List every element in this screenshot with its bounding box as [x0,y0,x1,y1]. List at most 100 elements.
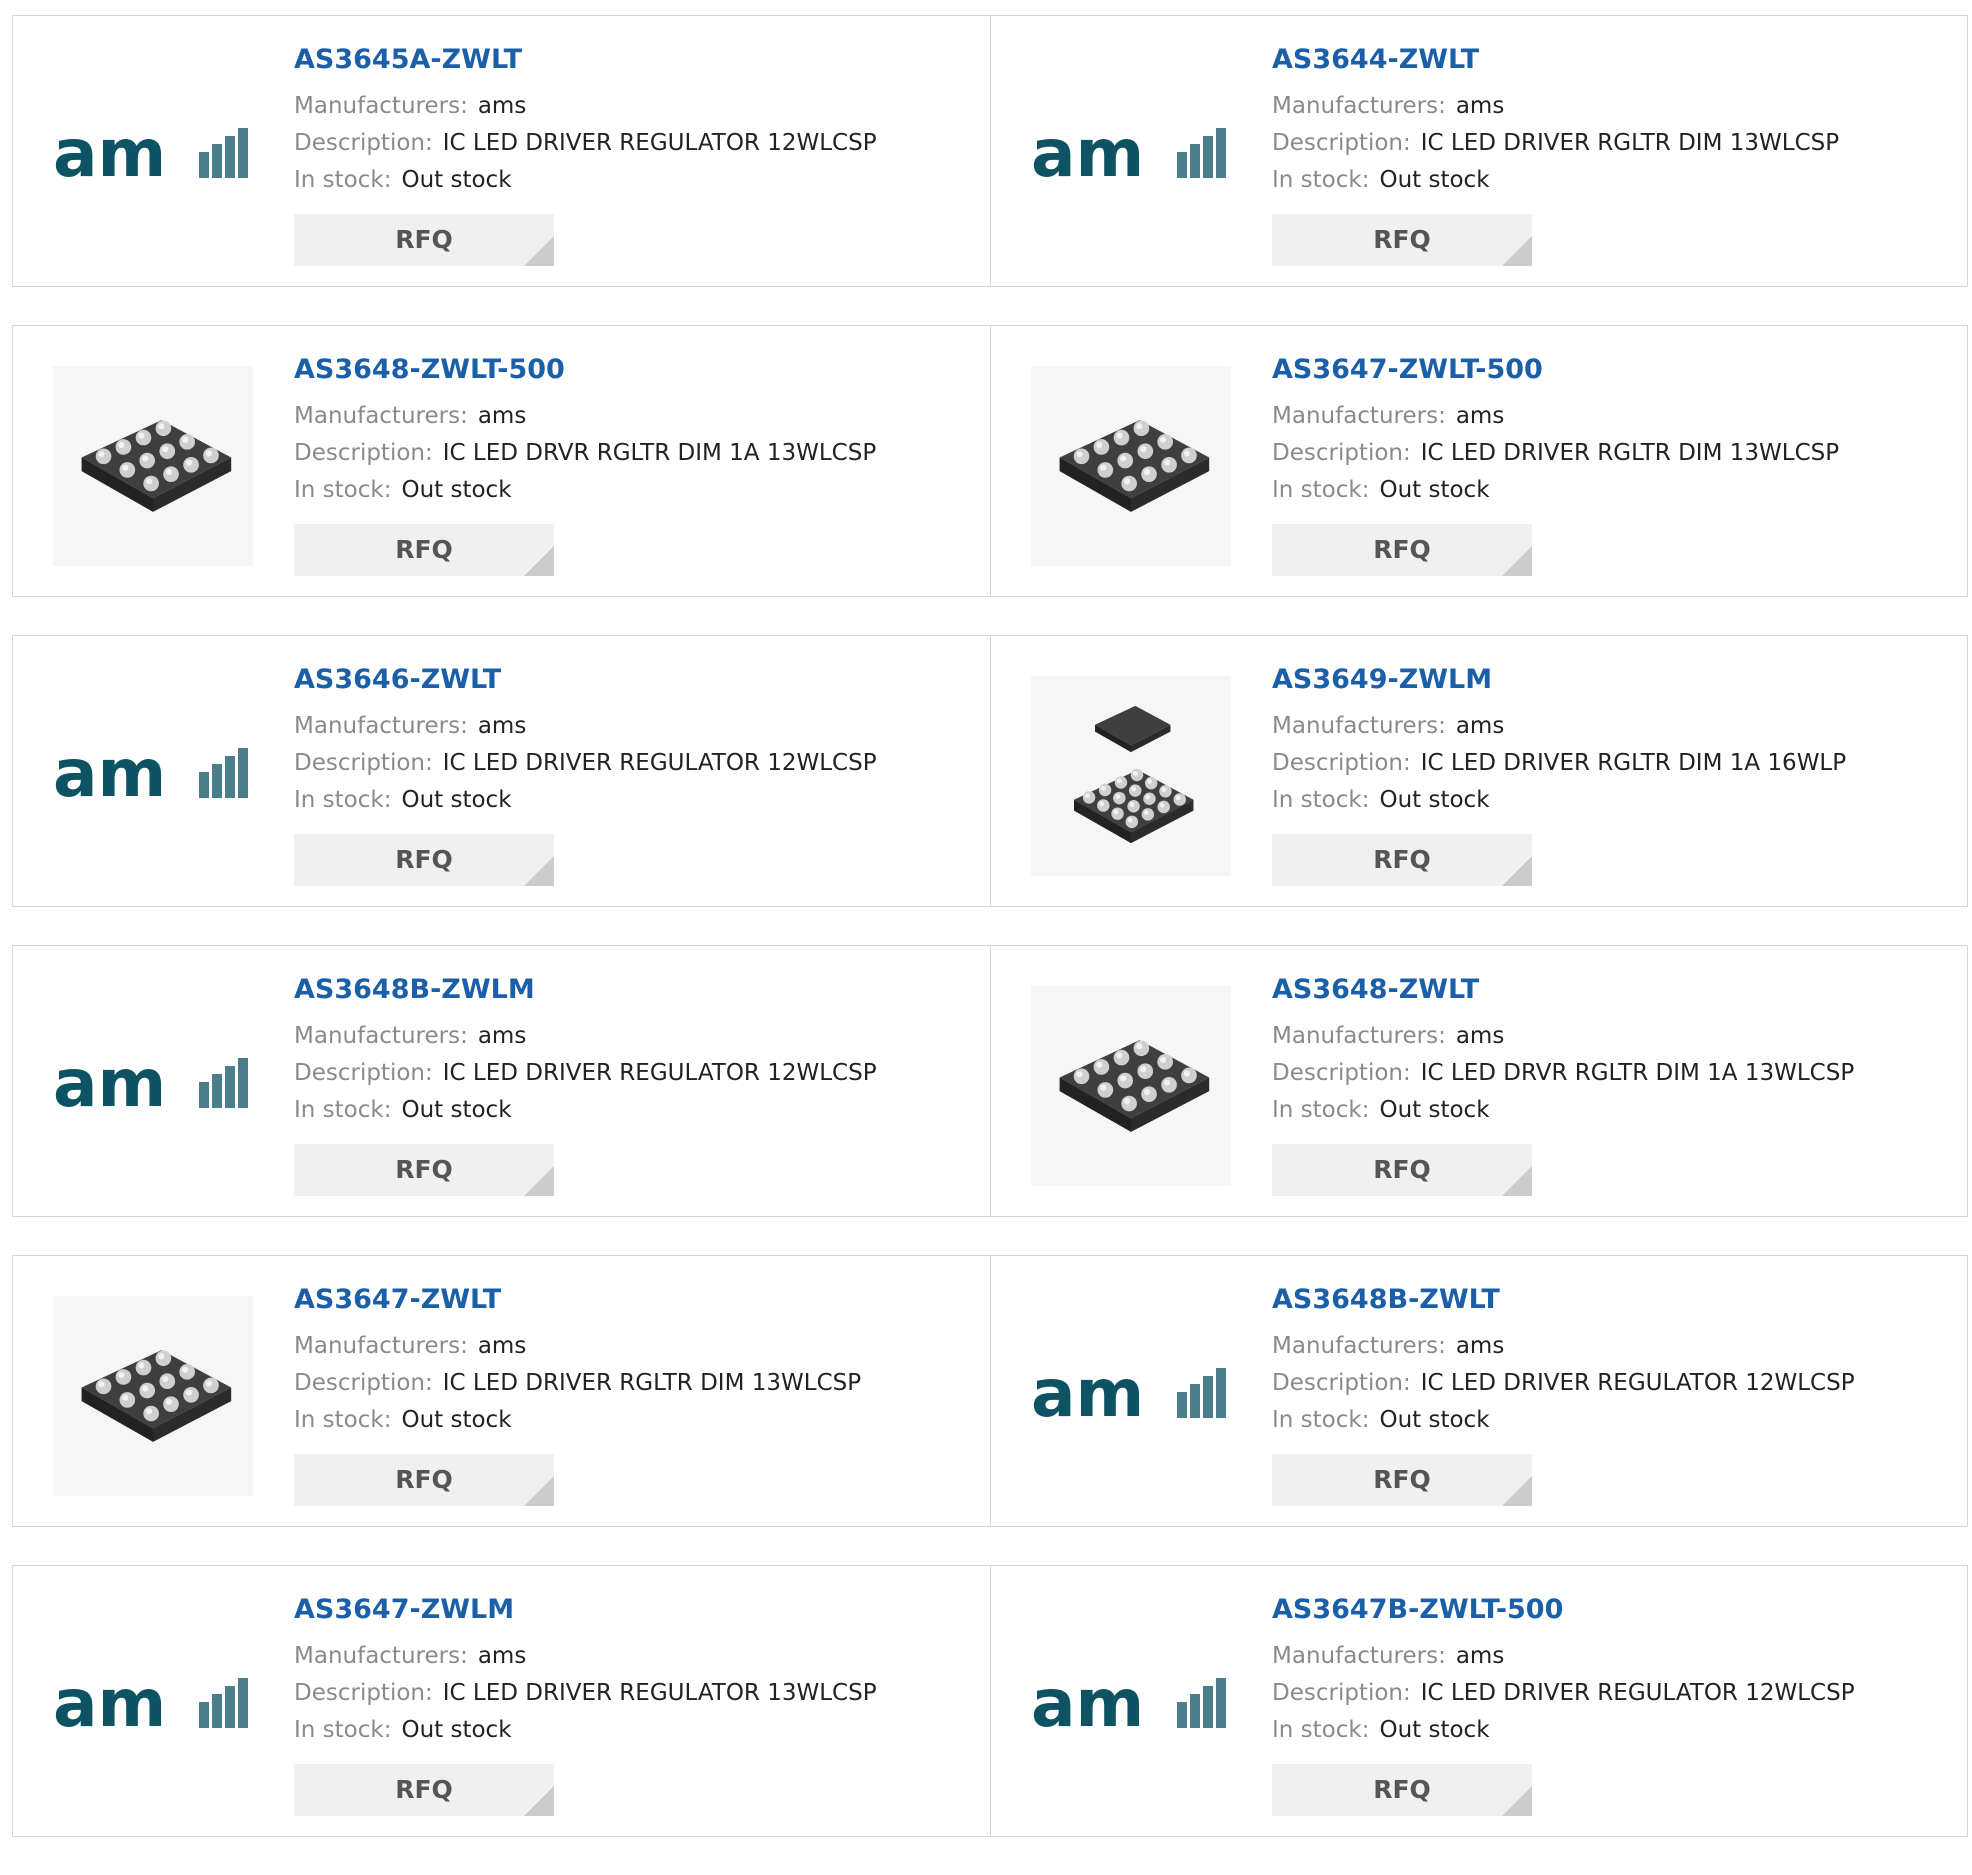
stock-line: In stock: Out stock [1272,1092,1957,1129]
rfq-button[interactable]: RFQ [294,1764,554,1816]
part-number-link[interactable]: AS3645A-ZWLT [294,42,980,78]
rfq-button[interactable]: RFQ [1272,1454,1532,1506]
part-number-link[interactable]: AS3649-ZWLM [1272,662,1957,698]
stock-value: Out stock [401,167,512,193]
description-value: IC LED DRVR RGLTR DIM 1A 13WLCSP [1420,1060,1855,1086]
manufacturer-value: ams [477,1023,527,1049]
product-image[interactable] [53,366,253,566]
stock-line: In stock: Out stock [294,782,980,819]
manufacturer-label: Manufacturers: [294,1333,468,1359]
part-number-link[interactable]: AS3648-ZWLT [1272,972,1957,1008]
stock-label: In stock: [294,477,392,503]
rfq-label: RFQ [395,225,453,254]
part-number-link[interactable]: AS3647-ZWLT [294,1282,980,1318]
product-info: AS3645A-ZWLT Manufacturers: ams Descripti… [294,42,980,266]
chip-icon [81,1350,232,1442]
manufacturer-label: Manufacturers: [1272,1023,1446,1049]
part-number-link[interactable]: AS3647-ZWLT-500 [1272,352,1957,388]
product-image[interactable]: am [53,56,253,256]
rfq-button[interactable]: RFQ [1272,1144,1532,1196]
part-number-link[interactable]: AS3647-ZWLM [294,1592,980,1628]
stock-label: In stock: [1272,1097,1370,1123]
description-value: IC LED DRIVER RGLTR DIM 13WLCSP [1420,130,1840,156]
product-info: AS3648B-ZWLT Manufacturers: ams Descripti… [1272,1282,1957,1506]
rfq-button[interactable]: RFQ [294,524,554,576]
description-value: IC LED DRIVER REGULATOR 12WLCSP [442,750,877,776]
description-line: Description: IC LED DRIVER REGULATOR 12WL… [1272,1675,1957,1712]
part-number-link[interactable]: AS3647B-ZWLT-500 [1272,1592,1957,1628]
stock-value: Out stock [401,1097,512,1123]
stock-label: In stock: [1272,1717,1370,1743]
stock-line: In stock: Out stock [294,472,980,509]
logo-text: am [53,1676,166,1736]
product-image[interactable]: am [53,1606,253,1806]
description-line: Description: IC LED DRIVER REGULATOR 12WL… [294,1055,980,1092]
product-card: AS3648-ZWLT-500 Manufacturers: ams Descri… [13,326,990,596]
corner-triangle-icon [1502,856,1532,886]
manufacturer-label: Manufacturers: [1272,713,1446,739]
rfq-label: RFQ [1373,1775,1431,1804]
description-value: IC LED DRIVER RGLTR DIM 1A 16WLP [1420,750,1847,776]
manufacturer-value: ams [1455,1643,1505,1669]
stock-label: In stock: [1272,787,1370,813]
product-image[interactable]: am [53,676,253,876]
product-image[interactable] [53,1296,253,1496]
stock-value: Out stock [1379,1097,1490,1123]
stock-label: In stock: [294,167,392,193]
ams-logo-icon: am [53,1676,248,1736]
description-label: Description: [294,750,433,776]
stock-label: In stock: [1272,167,1370,193]
description-value: IC LED DRVR RGLTR DIM 1A 13WLCSP [442,440,877,466]
manufacturer-value: ams [1455,1333,1505,1359]
corner-triangle-icon [1502,236,1532,266]
manufacturer-line: Manufacturers: ams [1272,88,1957,125]
product-image[interactable] [1031,366,1231,566]
description-value: IC LED DRIVER REGULATOR 12WLCSP [442,1060,877,1086]
corner-triangle-icon [524,1476,554,1506]
product-image[interactable] [1031,986,1231,1186]
manufacturer-value: ams [1455,403,1505,429]
rfq-label: RFQ [395,845,453,874]
rfq-button[interactable]: RFQ [294,1144,554,1196]
stock-line: In stock: Out stock [1272,1402,1957,1439]
rfq-button[interactable]: RFQ [1272,834,1532,886]
part-number-link[interactable]: AS3644-ZWLT [1272,42,1957,78]
rfq-button[interactable]: RFQ [294,1454,554,1506]
manufacturer-label: Manufacturers: [294,93,468,119]
part-number-link[interactable]: AS3648B-ZWLM [294,972,980,1008]
corner-triangle-icon [524,236,554,266]
product-card: am AS3647-ZWLM Manufacturers: ams Descrip… [13,1566,990,1836]
rfq-label: RFQ [1373,845,1431,874]
product-info: AS3646-ZWLT Manufacturers: ams Descriptio… [294,662,980,886]
product-info: AS3647B-ZWLT-500 Manufacturers: ams Descr… [1272,1592,1957,1816]
rfq-button[interactable]: RFQ [1272,1764,1532,1816]
product-info: AS3648-ZWLT-500 Manufacturers: ams Descri… [294,352,980,576]
product-row: am AS3645A-ZWLT Manufacturers: ams Descri… [12,15,1968,287]
stock-value: Out stock [401,1407,512,1433]
product-card: am AS3644-ZWLT Manufacturers: ams Descrip… [990,16,1967,286]
rfq-button[interactable]: RFQ [1272,214,1532,266]
product-card: am AS3645A-ZWLT Manufacturers: ams Descri… [13,16,990,286]
part-number-link[interactable]: AS3646-ZWLT [294,662,980,698]
product-image[interactable]: am [53,986,253,1186]
manufacturer-line: Manufacturers: ams [294,398,980,435]
description-label: Description: [1272,440,1411,466]
description-label: Description: [1272,130,1411,156]
product-image[interactable] [1031,676,1231,876]
ams-logo-icon: am [53,126,248,186]
description-label: Description: [294,440,433,466]
rfq-button[interactable]: RFQ [294,214,554,266]
description-line: Description: IC LED DRIVER REGULATOR 12WL… [294,125,980,162]
ams-logo-icon: am [53,1056,248,1116]
product-image[interactable]: am [1031,1296,1231,1496]
product-image[interactable]: am [1031,56,1231,256]
manufacturer-label: Manufacturers: [294,1023,468,1049]
description-label: Description: [294,1060,433,1086]
description-value: IC LED DRIVER REGULATOR 12WLCSP [442,130,877,156]
product-image[interactable]: am [1031,1606,1231,1806]
rfq-button[interactable]: RFQ [1272,524,1532,576]
rfq-button[interactable]: RFQ [294,834,554,886]
part-number-link[interactable]: AS3648B-ZWLT [1272,1282,1957,1318]
manufacturer-line: Manufacturers: ams [1272,1638,1957,1675]
part-number-link[interactable]: AS3648-ZWLT-500 [294,352,980,388]
